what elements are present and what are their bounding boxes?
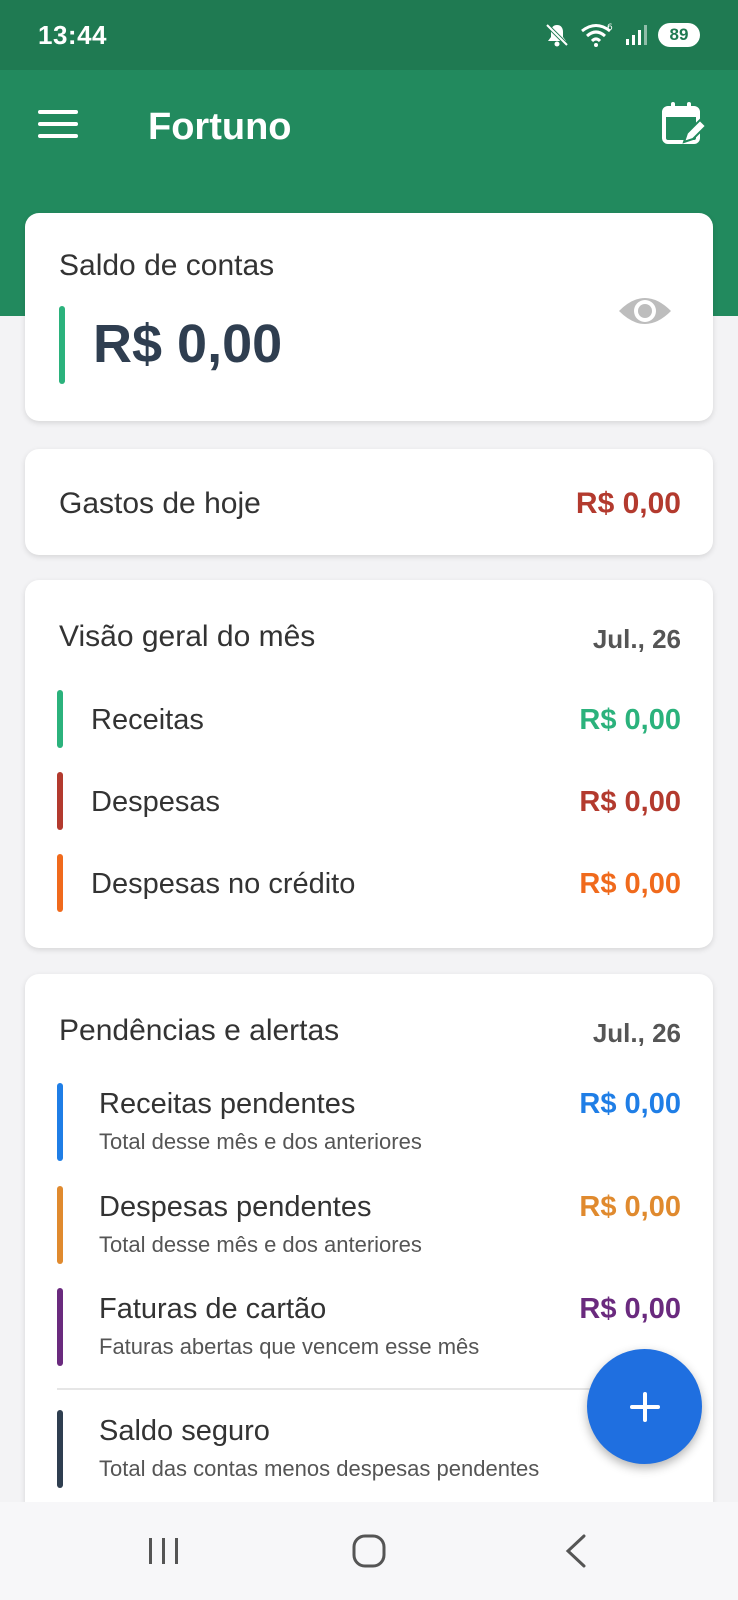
status-bar: 13:44 6 89 <box>0 0 738 70</box>
expenses-label: Despesas <box>91 786 220 818</box>
app-title: Fortuno <box>148 106 292 148</box>
safe-balance-indicator <box>57 1410 63 1488</box>
add-transaction-button[interactable] <box>587 1349 702 1464</box>
card-invoices-indicator <box>57 1288 63 1366</box>
signal-icon <box>626 25 647 45</box>
safe-balance-row[interactable]: Saldo seguro R$ Total das contas menos d… <box>57 1410 681 1490</box>
pending-expenses-value: R$ 0,00 <box>579 1191 681 1223</box>
battery-icon: 89 <box>658 23 700 47</box>
safe-balance-sub: Total das contas menos despesas pendente… <box>99 1456 540 1481</box>
expenses-row[interactable]: Despesas R$ 0,00 <box>57 772 681 832</box>
divider <box>57 1388 681 1390</box>
today-expenses-label: Gastos de hoje <box>59 487 261 520</box>
hamburger-menu-icon[interactable] <box>38 110 78 142</box>
income-value: R$ 0,00 <box>579 704 681 736</box>
status-icons: 6 89 <box>544 22 700 48</box>
balance-card: Saldo de contas R$ 0,00 <box>25 213 713 421</box>
back-icon[interactable] <box>562 1534 590 1568</box>
pending-expenses-sub: Total desse mês e dos anteriores <box>99 1232 422 1257</box>
wifi-icon: 6 <box>581 23 613 47</box>
credit-expenses-value: R$ 0,00 <box>579 868 681 900</box>
pending-income-sub: Total desse mês e dos anteriores <box>99 1129 422 1154</box>
pending-income-indicator <box>57 1083 63 1161</box>
expenses-value: R$ 0,00 <box>579 786 681 818</box>
pending-income-value: R$ 0,00 <box>579 1088 681 1120</box>
recent-apps-icon[interactable] <box>146 1534 182 1568</box>
eye-icon[interactable] <box>617 291 673 331</box>
credit-expenses-label: Despesas no crédito <box>91 868 356 900</box>
plus-icon <box>629 1391 660 1422</box>
balance-value: R$ 0,00 <box>93 314 283 374</box>
alerts-date: Jul., 26 <box>592 1018 681 1048</box>
safe-balance-label: Saldo seguro <box>99 1415 270 1447</box>
alerts-title: Pendências e alertas <box>59 1014 340 1047</box>
today-expenses-value: R$ 0,00 <box>575 487 681 520</box>
card-invoices-label: Faturas de cartão <box>99 1293 327 1325</box>
expenses-indicator <box>57 772 63 830</box>
credit-expenses-row[interactable]: Despesas no crédito R$ 0,00 <box>57 854 681 914</box>
system-nav-bar <box>0 1502 738 1600</box>
month-overview-card: Visão geral do mês Jul., 26 Receitas R$ … <box>25 580 713 948</box>
status-time: 13:44 <box>38 19 107 50</box>
calendar-edit-icon[interactable] <box>660 100 708 150</box>
pending-income-row[interactable]: Receitas pendentes R$ 0,00 Total desse m… <box>57 1083 681 1163</box>
svg-text:6: 6 <box>607 23 613 33</box>
card-invoices-sub: Faturas abertas que vencem esse mês <box>99 1334 480 1359</box>
pending-income-label: Receitas pendentes <box>99 1088 356 1120</box>
income-indicator <box>57 690 63 748</box>
month-overview-date: Jul., 26 <box>592 624 681 654</box>
mute-icon <box>545 23 569 47</box>
pending-expenses-row[interactable]: Despesas pendentes R$ 0,00 Total desse m… <box>57 1186 681 1266</box>
income-row[interactable]: Receitas R$ 0,00 <box>57 690 681 750</box>
today-expenses-card[interactable]: Gastos de hoje R$ 0,00 <box>25 449 713 555</box>
income-label: Receitas <box>91 704 204 736</box>
pending-expenses-label: Despesas pendentes <box>99 1191 372 1223</box>
home-icon[interactable] <box>351 1534 387 1568</box>
balance-title: Saldo de contas <box>59 249 275 282</box>
balance-indicator <box>59 306 65 384</box>
month-overview-title: Visão geral do mês <box>59 620 316 653</box>
pending-expenses-indicator <box>57 1186 63 1264</box>
credit-expenses-indicator <box>57 854 63 912</box>
card-invoices-value: R$ 0,00 <box>579 1293 681 1325</box>
card-invoices-row[interactable]: Faturas de cartão R$ 0,00 Faturas aberta… <box>57 1288 681 1368</box>
